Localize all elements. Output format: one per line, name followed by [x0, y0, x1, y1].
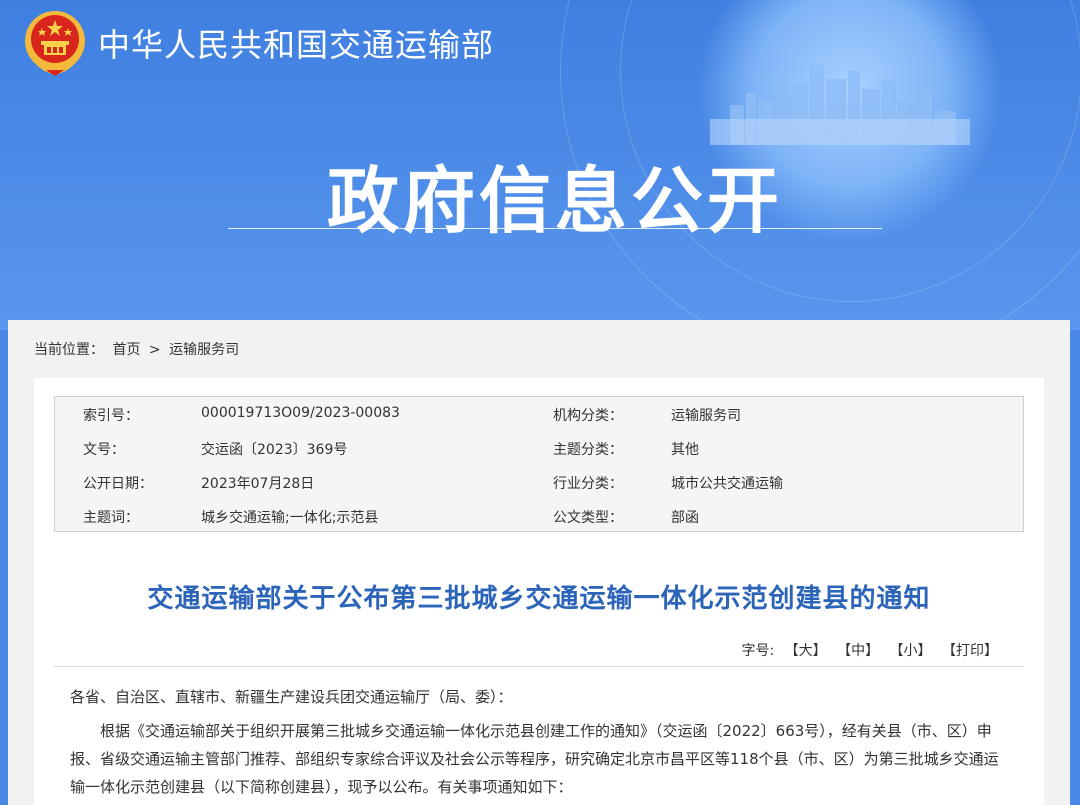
header-banner: 中华人民共和国交通运输部 政府信息公开 [0, 0, 1080, 330]
metadata-value: 交运函〔2023〕369号 [201, 442, 348, 458]
content-area: 当前位置： 首页 > 运输服务司 索引号： 000019713O09/2023-… [8, 320, 1070, 805]
font-size-medium-button[interactable]: 【中】 [837, 643, 879, 659]
metadata-label: 行业分类： [553, 476, 623, 492]
addressee-paragraph: 各省、自治区、直辖市、新疆生产建设兵团交通运输厅（局、委）： [70, 688, 513, 706]
banner-title: 政府信息公开 [326, 159, 783, 243]
metadata-label: 机构分类： [553, 408, 623, 424]
metadata-value: 其他 [671, 442, 699, 458]
font-size-label: 字号: [741, 643, 775, 659]
metadata-value: 城市公共交通运输 [671, 476, 783, 492]
body-paragraph: 根据《交通运输部关于组织开展第三批城乡交通运输一体化示范县创建工作的通知》（交运… [70, 722, 999, 796]
metadata-value: 运输服务司 [671, 408, 741, 424]
document-metadata-table: 索引号： 000019713O09/2023-00083 机构分类： 运输服务司… [54, 396, 1024, 532]
metadata-label: 公开日期： [83, 476, 153, 492]
breadcrumb-home-link[interactable]: 首页 [112, 342, 140, 358]
print-button[interactable]: 【打印】 [942, 643, 998, 659]
site-name[interactable]: 中华人民共和国交通运输部 [98, 20, 494, 66]
metadata-value: 城乡交通运输;一体化;示范县 [201, 510, 379, 526]
metadata-row: 文号： 交运函〔2023〕369号 主题分类： 其他 [55, 431, 1023, 465]
banner-title-underline [228, 228, 882, 229]
metadata-row: 公开日期： 2023年07月28日 行业分类： 城市公共交通运输 [55, 465, 1023, 499]
metadata-label: 索引号： [83, 408, 139, 424]
document-title: 交通运输部关于公布第三批城乡交通运输一体化示范创建县的通知 [147, 584, 931, 614]
metadata-value: 部函 [671, 510, 699, 526]
metadata-label: 文号： [83, 442, 125, 458]
breadcrumb-separator: > [148, 342, 161, 358]
font-size-small-button[interactable]: 【小】 [890, 643, 932, 659]
breadcrumb-prefix: 当前位置： [34, 342, 104, 358]
metadata-value: 000019713O09/2023-00083 [201, 405, 400, 421]
metadata-label: 主题分类： [553, 442, 623, 458]
national-emblem-icon [25, 11, 85, 76]
city-skyline-graphic [710, 65, 970, 145]
metadata-value: 2023年07月28日 [201, 476, 315, 492]
font-size-toolbar: 字号: 【大】 【中】 【小】 【打印】 [741, 640, 998, 660]
article-sheet: 索引号： 000019713O09/2023-00083 机构分类： 运输服务司… [34, 378, 1044, 805]
metadata-label: 公文类型： [553, 510, 623, 526]
divider [54, 666, 1024, 667]
breadcrumb-current-link[interactable]: 运输服务司 [169, 342, 239, 358]
article-body: 各省、自治区、直辖市、新疆生产建设兵团交通运输厅（局、委）： 根据《交通运输部关… [70, 683, 1010, 801]
metadata-label: 主题词： [83, 510, 139, 526]
breadcrumb: 当前位置： 首页 > 运输服务司 [34, 339, 243, 359]
metadata-row: 主题词： 城乡交通运输;一体化;示范县 公文类型： 部函 [55, 499, 1023, 533]
metadata-row: 索引号： 000019713O09/2023-00083 机构分类： 运输服务司 [55, 397, 1023, 431]
font-size-large-button[interactable]: 【大】 [785, 643, 827, 659]
